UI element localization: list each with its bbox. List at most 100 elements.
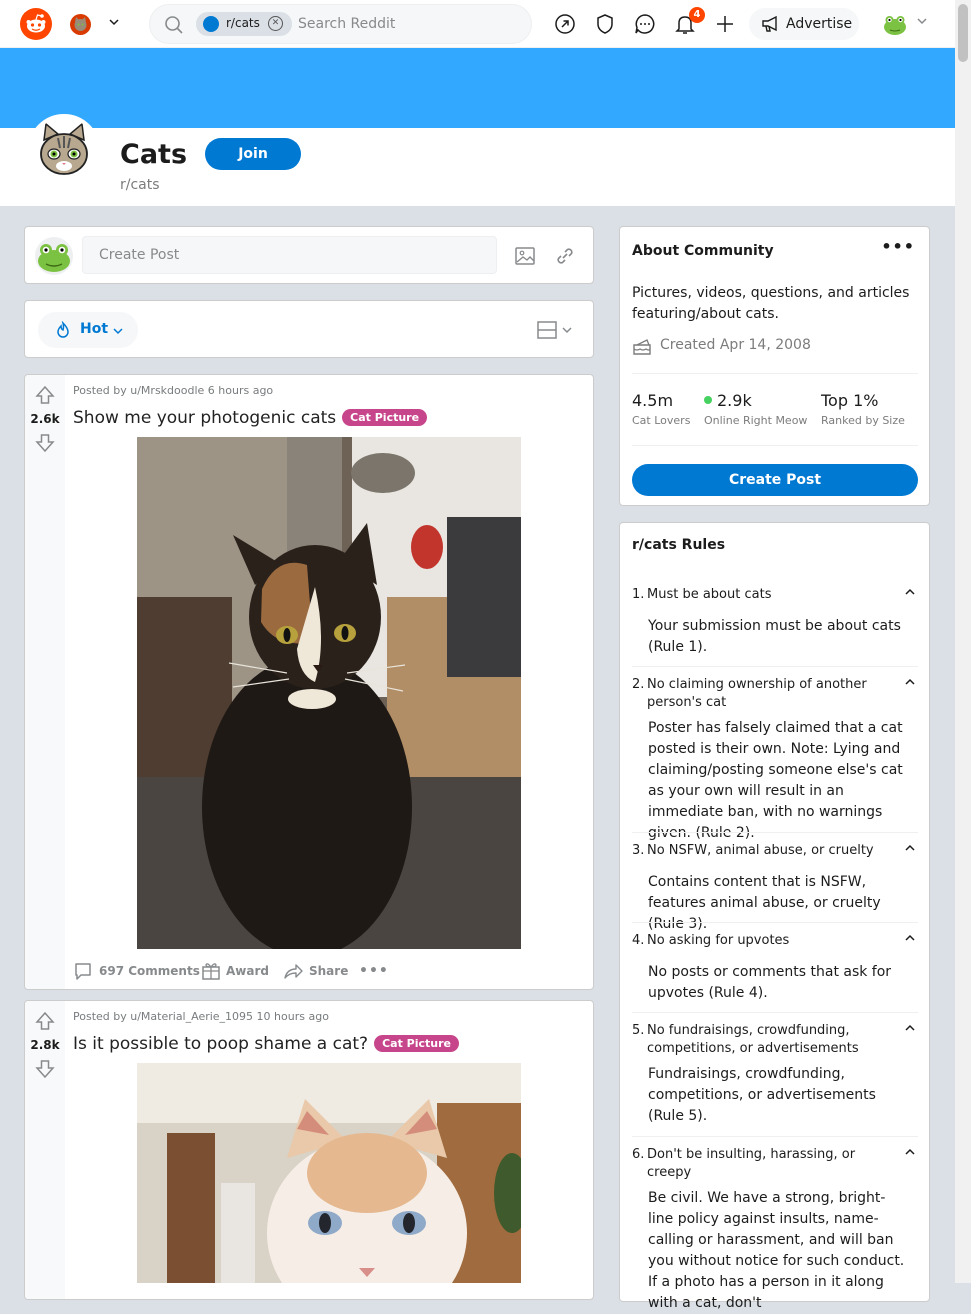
stat-value: 4.5m — [632, 391, 674, 410]
scrollbar-thumb[interactable] — [958, 4, 968, 62]
post-title[interactable]: Show me your photogenic cats Cat Picture — [73, 408, 428, 428]
divider — [632, 1012, 918, 1013]
award-button[interactable]: Award — [201, 957, 271, 985]
rule-number: 5. — [632, 1023, 645, 1038]
chevron-up-icon[interactable] — [904, 676, 916, 688]
comments-button[interactable]: 697 Comments — [73, 957, 200, 985]
vote-column: 2.6k — [25, 375, 65, 989]
popular-arrow-icon[interactable] — [553, 12, 577, 36]
more-options-icon[interactable]: ••• — [359, 957, 388, 985]
top-navigation-bar: r/cats ✕ Search Reddit 4 Advertise — [0, 0, 955, 48]
gift-icon — [202, 963, 220, 980]
shield-icon[interactable] — [593, 12, 617, 36]
create-post-card: Create Post — [24, 226, 594, 284]
chevron-up-icon[interactable] — [904, 932, 916, 944]
comments-count: 697 Comments — [99, 964, 200, 978]
post-title-text: Show me your photogenic cats — [73, 408, 337, 428]
rule-title: No fundraisings, crowdfunding, competiti… — [647, 1023, 859, 1056]
reddit-logo-icon[interactable] — [20, 8, 52, 40]
chevron-up-icon[interactable] — [904, 842, 916, 854]
rule-number: 2. — [632, 677, 645, 692]
divider — [632, 666, 918, 667]
chevron-up-icon[interactable] — [904, 1146, 916, 1158]
link-icon[interactable] — [554, 245, 576, 267]
search-icon — [165, 16, 183, 34]
image-upload-icon[interactable] — [514, 245, 536, 267]
divider — [632, 832, 918, 833]
community-switcher[interactable] — [70, 12, 126, 36]
vote-column: 2.8k — [25, 1001, 65, 1299]
rules-card: r/cats Rules 1. Must be about cats Your s… — [619, 522, 930, 1311]
chevron-down-icon — [916, 15, 928, 30]
rule-title: Don't be insulting, harassing, or creepy — [647, 1147, 856, 1180]
post-card[interactable]: 2.6k Posted by u/Mrskdoodle 6 hours ago … — [24, 374, 594, 990]
flame-icon — [57, 321, 69, 338]
create-post-button[interactable]: Create Post — [632, 464, 918, 496]
community-description: Pictures, videos, questions, and article… — [632, 285, 910, 322]
rule-number: 4. — [632, 933, 645, 948]
user-menu[interactable] — [882, 10, 930, 38]
post-title[interactable]: Is it possible to poop shame a cat? Cat P… — [73, 1034, 459, 1054]
user-avatar — [35, 237, 73, 275]
post-image[interactable] — [137, 1063, 521, 1283]
cake-icon — [633, 339, 651, 355]
rule-number: 3. — [632, 843, 645, 858]
create-post-input[interactable]: Create Post — [82, 236, 497, 274]
megaphone-icon — [762, 15, 777, 32]
stat-value: Top 1% — [821, 391, 879, 410]
divider — [632, 922, 918, 923]
rule-title: Must be about cats — [647, 587, 772, 602]
rules-heading: r/cats Rules — [632, 537, 726, 553]
stat-online: 2.9k Online Right Meow — [704, 391, 807, 427]
chevron-up-icon[interactable] — [904, 1022, 916, 1034]
downvote-arrow-icon[interactable] — [35, 433, 55, 453]
join-button[interactable]: Join — [205, 138, 301, 170]
post-flair[interactable]: Cat Picture — [342, 409, 428, 426]
notification-badge: 4 — [689, 7, 705, 23]
rule-number: 1. — [632, 587, 645, 602]
rule-description: Fundraisings, crowdfunding, competitions… — [648, 1066, 876, 1124]
stat-label: Online Right Meow — [704, 414, 808, 427]
search-scope-chip[interactable]: r/cats ✕ — [196, 12, 292, 36]
chevron-up-icon[interactable] — [904, 586, 916, 598]
created-date: Created Apr 14, 2008 — [632, 337, 811, 359]
stat-label: Cat Lovers — [632, 414, 691, 427]
search-bar[interactable]: r/cats ✕ Search Reddit — [149, 4, 532, 44]
advertise-button[interactable]: Advertise — [749, 8, 859, 40]
post-meta: Posted by u/Material_Aerie_1095 10 hours… — [73, 1010, 329, 1023]
community-banner — [0, 48, 955, 128]
share-arrow-icon — [284, 964, 303, 979]
rule-title: No claiming ownership of another person'… — [647, 677, 867, 710]
plus-icon[interactable] — [713, 12, 737, 36]
award-label: Award — [226, 964, 269, 978]
more-options-icon[interactable]: ••• — [881, 237, 915, 256]
post-card[interactable]: 2.8k Posted by u/Material_Aerie_1095 10 … — [24, 1000, 594, 1300]
search-input[interactable]: Search Reddit — [298, 16, 395, 32]
rule-title: No asking for upvotes — [647, 933, 790, 948]
rule-description: Be civil. We have a strong, bright-line … — [648, 1190, 905, 1311]
about-community-card: About Community ••• Pictures, videos, qu… — [619, 226, 930, 506]
post-meta: Posted by u/Mrskdoodle 6 hours ago — [73, 384, 274, 397]
share-button[interactable]: Share — [283, 957, 349, 985]
post-flair[interactable]: Cat Picture — [374, 1035, 459, 1052]
close-icon[interactable]: ✕ — [268, 16, 283, 31]
subreddit-name: r/cats — [120, 177, 160, 193]
post-title-text: Is it possible to poop shame a cat? — [73, 1034, 369, 1054]
layout-toggle[interactable] — [537, 320, 577, 340]
cats-community-icon — [203, 16, 219, 32]
page-title: Cats — [120, 139, 188, 170]
divider — [632, 445, 918, 446]
stat-value: 2.9k — [717, 391, 752, 410]
upvote-arrow-icon[interactable] — [35, 385, 55, 405]
user-avatar — [884, 16, 906, 35]
upvote-arrow-icon[interactable] — [35, 1011, 55, 1031]
rule-description: Contains content that is NSFW, features … — [648, 874, 881, 932]
downvote-arrow-icon[interactable] — [35, 1059, 55, 1079]
rule-description: Poster has falsely claimed that a cat po… — [648, 720, 903, 841]
post-image[interactable] — [137, 437, 521, 949]
sort-hot-button[interactable]: Hot — [38, 312, 138, 348]
page-scrollbar[interactable] — [955, 0, 971, 1283]
chat-icon[interactable] — [633, 12, 657, 36]
rule-title: No NSFW, animal abuse, or cruelty — [647, 843, 874, 858]
rule-description: No posts or comments that ask for upvote… — [648, 964, 892, 1001]
